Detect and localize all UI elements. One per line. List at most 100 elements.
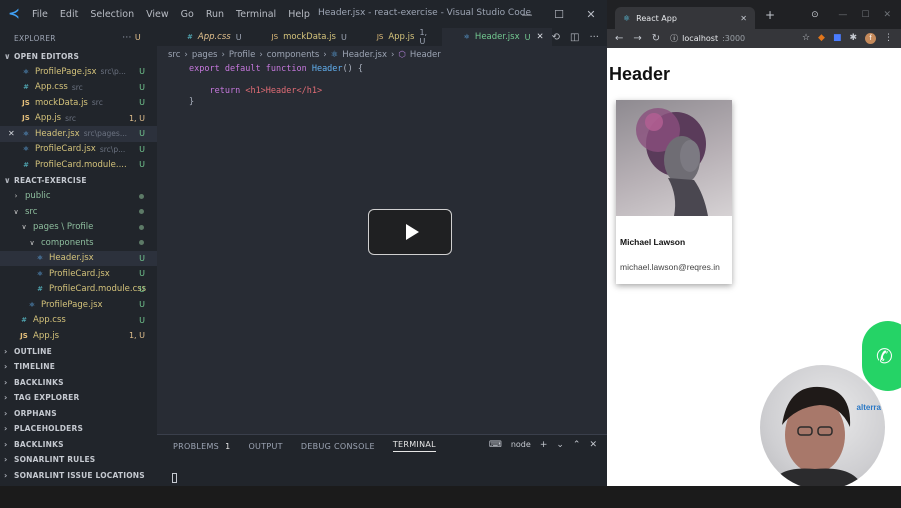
git-status-badge: U [139, 129, 145, 139]
section-label: TAG EXPLORER [14, 393, 80, 403]
tree-item[interactable]: ∨ components [0, 235, 157, 251]
close-editor-icon[interactable]: ✕ [8, 129, 15, 138]
tab-terminal[interactable]: TERMINAL [392, 440, 436, 452]
extensions-puzzle-icon[interactable]: ✱ [849, 33, 857, 44]
forward-icon[interactable]: → [633, 33, 641, 44]
open-editor-item[interactable]: ⚛ ProfileCard.jsx src\p... U [0, 142, 157, 158]
whatsapp-icon[interactable]: ✆ [862, 321, 901, 391]
tree-item[interactable]: JS App.js 1, U [0, 328, 157, 344]
menu-terminal[interactable]: Terminal [236, 9, 276, 20]
menu-edit[interactable]: Edit [60, 9, 78, 20]
new-terminal-icon[interactable]: + [540, 440, 548, 450]
editor-actions: ⟲ ◫ ··· [552, 32, 607, 43]
breadcrumb-src[interactable]: src [168, 50, 180, 60]
browser-tab[interactable]: ⚛ React App ✕ [615, 7, 755, 29]
minimize-icon[interactable]: — [511, 0, 543, 28]
code-line-3: return <h1>Header</h1> [209, 86, 323, 96]
tab-problems[interactable]: PROBLEMS 1 [173, 442, 230, 451]
collapsed-section[interactable]: › SONARLINT RULES [0, 452, 157, 468]
tree-item[interactable]: ⚛ Header.jsx U [0, 250, 157, 266]
tree-item-label: Header.jsx [49, 253, 94, 264]
open-editor-item[interactable]: ✕ ⚛ Header.jsx src\pages... U [0, 126, 157, 142]
close-panel-icon[interactable]: ✕ [589, 440, 597, 450]
editor-tab[interactable]: ⚛ Header.jsx U ✕ [441, 28, 552, 46]
tree-item-label: ProfileCard.jsx [49, 268, 110, 279]
new-tab-icon[interactable]: + [765, 8, 775, 22]
code-line-1: export default function Header() { [189, 64, 364, 74]
tree-item[interactable]: ⚛ ProfilePage.jsx U [0, 297, 157, 313]
menu-selection[interactable]: Selection [90, 9, 134, 20]
section-label: TIMELINE [14, 362, 56, 372]
chevron-down-icon[interactable]: ⌄ [556, 440, 564, 450]
extension-shield-icon[interactable]: ■ [833, 33, 842, 44]
tree-item[interactable]: ∨ pages \ Profile [0, 220, 157, 236]
collapsed-section[interactable]: › BACKLINKS [0, 437, 157, 453]
terminal-name[interactable]: node [511, 440, 531, 450]
tree-item[interactable]: # ProfileCard.module.css U [0, 282, 157, 298]
menu-go[interactable]: Go [181, 9, 194, 20]
collapsed-section[interactable]: › OUTLINE [0, 344, 157, 360]
terminal-icon[interactable]: ⌨ [489, 440, 502, 450]
breadcrumb-components[interactable]: components [267, 50, 320, 60]
split-editor-icon[interactable]: ◫ [570, 32, 579, 43]
menu-run[interactable]: Run [206, 9, 224, 20]
close-icon[interactable]: ✕ [575, 0, 607, 28]
chevron-down-icon: ∨ [13, 207, 19, 216]
minimize-icon[interactable]: — [838, 10, 847, 20]
css-icon: # [37, 285, 43, 294]
open-editor-item[interactable]: JS App.js src 1, U [0, 111, 157, 127]
tree-item[interactable]: ⚛ ProfileCard.jsx U [0, 266, 157, 282]
close-icon[interactable]: ✕ [883, 10, 891, 20]
file-name: ProfilePage.jsx [35, 66, 97, 77]
tab-debug-console[interactable]: DEBUG CONSOLE [301, 442, 375, 451]
chevron-right-icon: › [4, 346, 8, 356]
close-tab-icon[interactable]: ✕ [740, 14, 747, 23]
tree-item[interactable]: › public [0, 189, 157, 205]
chevron-up-icon[interactable]: ⌃ [573, 440, 581, 450]
breadcrumb-symbol[interactable]: Header [410, 50, 441, 60]
open-editor-item[interactable]: ⚛ ProfilePage.jsx src\p... U [0, 64, 157, 80]
collapsed-section[interactable]: › TIMELINE [0, 359, 157, 375]
close-tab-icon[interactable]: ✕ [536, 32, 543, 42]
record-icon[interactable]: ⊙ [811, 10, 819, 20]
tree-item[interactable]: ∨ src [0, 204, 157, 220]
open-editor-item[interactable]: JS mockData.js src U [0, 95, 157, 111]
menu-help[interactable]: Help [288, 9, 310, 20]
breadcrumb-file[interactable]: Header.jsx [342, 50, 387, 60]
editor-tab[interactable]: JS App.js 1, U [355, 28, 442, 46]
collapsed-section[interactable]: › TAG EXPLORER [0, 390, 157, 406]
play-button[interactable] [368, 209, 452, 255]
extension-fox-icon[interactable]: ◆ [818, 33, 825, 44]
open-editors-section[interactable]: ∨ OPEN EDITORS [0, 48, 157, 64]
page-heading: Header [609, 64, 671, 84]
avatar[interactable]: f [865, 33, 876, 44]
open-editor-item[interactable]: # ProfileCard.module.... U [0, 157, 157, 173]
menu-view[interactable]: View [146, 9, 169, 20]
collapsed-section[interactable]: › SONARLINT ISSUE LOCATIONS [0, 468, 157, 484]
editor-tab[interactable]: JS mockData.js U [250, 28, 355, 46]
tab-output[interactable]: OUTPUT [248, 442, 282, 451]
section-label: SONARLINT RULES [14, 455, 96, 465]
menu-file[interactable]: File [32, 9, 48, 20]
breadcrumb-profile[interactable]: Profile [229, 50, 255, 60]
more-icon[interactable]: ··· [589, 32, 599, 43]
collapsed-section[interactable]: › ORPHANS [0, 406, 157, 422]
maximize-icon[interactable]: ☐ [543, 0, 575, 28]
terminal-cursor [172, 473, 177, 483]
back-icon[interactable]: ← [615, 33, 623, 44]
open-editor-item[interactable]: # App.css src U [0, 80, 157, 96]
more-actions-icon[interactable]: ··· U [122, 33, 141, 43]
collapsed-section[interactable]: › PLACEHOLDERS [0, 421, 157, 437]
editor-tab[interactable]: # App.css U [157, 28, 250, 46]
bookmark-star-icon[interactable]: ☆ [802, 33, 810, 44]
project-section[interactable]: ∨ REACT-EXERCISE [0, 173, 157, 189]
maximize-icon[interactable]: ☐ [861, 10, 869, 20]
source-control-icon[interactable]: ⟲ [552, 32, 560, 43]
breadcrumb-pages[interactable]: pages [192, 50, 218, 60]
tree-item[interactable]: # App.css U [0, 313, 157, 329]
reload-icon[interactable]: ↻ [652, 33, 660, 44]
kebab-menu-icon[interactable]: ⋮ [884, 33, 893, 44]
address-bar[interactable]: ⓘ localhost:3000 [670, 33, 745, 44]
tab-label: App.js [388, 32, 415, 42]
collapsed-section[interactable]: › BACKLINKS [0, 375, 157, 391]
